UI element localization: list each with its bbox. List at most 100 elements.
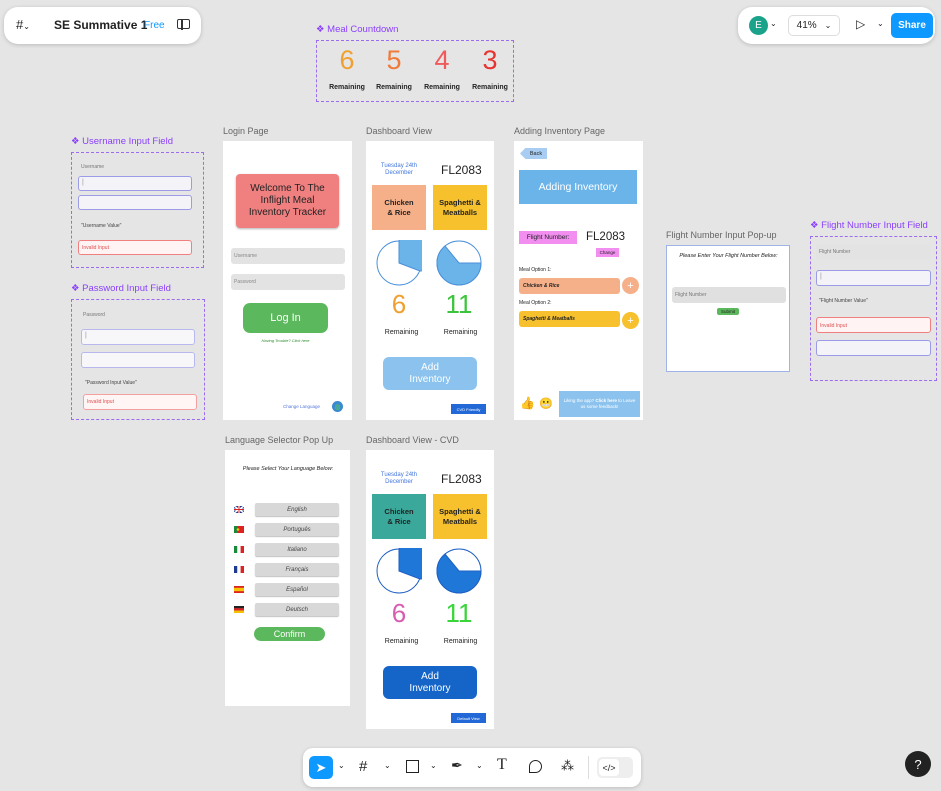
shape-tool-chevron-icon[interactable]: ⌄	[430, 761, 437, 770]
comment-tool-icon[interactable]	[529, 760, 542, 773]
flight-popup-frame-label: Flight Number Input Pop-up	[666, 230, 777, 240]
password-input-default[interactable]	[81, 352, 195, 368]
sidebar-toggle-icon[interactable]	[177, 19, 190, 30]
component-icon: ❖	[71, 136, 83, 147]
cvd-meal2-count: 11	[445, 597, 473, 628]
username-input-invalid[interactable]: Invalid Input	[78, 240, 192, 255]
dashboard-date: Tuesday 24th December	[380, 163, 418, 176]
dev-mode-toggle[interactable]: </>	[597, 757, 633, 778]
add-inventory-button[interactable]: Add Inventory	[383, 357, 477, 390]
countdown-number: 5	[386, 45, 402, 75]
frame-tool-chevron-icon[interactable]: ⌄	[384, 761, 391, 770]
dashboard-frame[interactable]: Tuesday 24th December FL2083 Chicken & R…	[366, 141, 494, 420]
share-button[interactable]: Share	[891, 13, 933, 38]
move-tool-icon[interactable]: ➤	[309, 756, 333, 779]
default-view-button[interactable]: Default View	[451, 713, 486, 723]
countdown-item: 5 Remaining	[372, 45, 416, 91]
password-placeholder: Password	[234, 279, 256, 285]
meal-option1-field[interactable]: Chicken & Rice	[519, 278, 620, 294]
flight-submit-button[interactable]: Submit	[717, 308, 739, 315]
zoom-control[interactable]: 41% ⌄	[788, 15, 840, 36]
language-option-italiano[interactable]: Italiano	[255, 543, 339, 556]
meal-option2-field[interactable]: Spaghetti & Meatballs	[519, 311, 620, 327]
dashboard-cvd-frame[interactable]: Tuesday 24th December FL2083 Chicken & R…	[366, 450, 494, 729]
add-meal1-button[interactable]: +	[622, 277, 639, 294]
meal1-card[interactable]: Chicken & Rice	[372, 185, 426, 230]
avatar-chevron-icon[interactable]: ⌄	[770, 19, 777, 28]
cvd-meal2-pie-chart	[436, 548, 482, 594]
login-button[interactable]: Log In	[243, 303, 328, 333]
thumbs-up-icon[interactable]: 👍	[520, 396, 535, 410]
login-page-frame[interactable]: Welcome To The Inflight Meal Inventory T…	[223, 141, 352, 420]
language-confirm-button[interactable]: Confirm	[254, 627, 325, 641]
component-icon: ❖	[316, 24, 328, 35]
figma-logo-icon[interactable]: #⌄	[16, 17, 30, 32]
back-button[interactable]: Back	[520, 148, 547, 159]
login-password-input[interactable]: Password	[231, 274, 345, 290]
username-input-focused[interactable]: |	[78, 176, 192, 191]
grimace-emoji-icon[interactable]: 😬	[539, 397, 553, 410]
language-option-deutsch[interactable]: Deutsch	[255, 603, 339, 616]
cvd-meal1-card[interactable]: Chicken & Rice	[372, 494, 426, 539]
flight-input-invalid[interactable]: Invalid Input	[816, 317, 931, 333]
language-selector-frame[interactable]: Please Select Your Language Below: Engli…	[225, 450, 350, 706]
language-option-francais[interactable]: Français	[255, 563, 339, 576]
feedback-link[interactable]: Click here	[595, 398, 617, 403]
meal1-remaining: Remaining	[384, 329, 419, 336]
flight-input-focused[interactable]: |	[816, 270, 931, 286]
password-input-focused[interactable]: |	[81, 329, 195, 345]
password-input-invalid[interactable]: Invalid Input	[83, 394, 197, 410]
pen-tool-icon[interactable]: ✒	[451, 757, 463, 774]
flight-component-label: ❖ Flight Number Input Field	[810, 220, 928, 231]
countdown-remaining: Remaining	[329, 84, 365, 91]
globe-icon[interactable]: ◍	[332, 401, 343, 412]
username-input-default[interactable]	[78, 195, 192, 210]
countdown-number: 3	[482, 45, 498, 75]
flight-input-default[interactable]: Flight Number	[816, 244, 931, 260]
language-option-espanol[interactable]: Español	[255, 583, 339, 596]
add-meal2-button[interactable]: +	[622, 312, 639, 329]
meal-countdown-component[interactable]: 6 Remaining 5 Remaining 4 Remaining 3 Re…	[316, 40, 514, 102]
username-component-label: ❖ Username Input Field	[71, 136, 173, 147]
shape-tool-icon[interactable]	[406, 760, 419, 773]
present-play-icon[interactable]: ▷	[856, 17, 865, 31]
language-option-english[interactable]: English	[255, 503, 339, 516]
file-name[interactable]: SE Summative 1	[54, 18, 147, 32]
frame-tool-icon[interactable]: #	[359, 758, 367, 775]
meal2-card[interactable]: Spaghetti & Meatballs	[433, 185, 487, 230]
present-chevron-icon[interactable]: ⌄	[877, 19, 884, 28]
pen-tool-chevron-icon[interactable]: ⌄	[476, 761, 483, 770]
adding-flight-number: FL2083	[586, 231, 626, 243]
flight-value-text: "Flight Number Value"	[819, 298, 868, 304]
change-flight-button[interactable]: Change	[596, 248, 619, 257]
username-placeholder: Username	[234, 253, 258, 259]
help-button[interactable]: ?	[905, 751, 931, 777]
flight-popup-input[interactable]: Flight Number	[672, 287, 786, 303]
cvd-add-inventory-button[interactable]: Add Inventory	[383, 666, 477, 699]
change-language-link[interactable]: Change Language	[283, 404, 320, 409]
actions-tool-icon[interactable]: ⁂	[561, 758, 574, 774]
meal1-pie-chart	[376, 240, 422, 286]
password-component-label: ❖ Password Input Field	[71, 283, 171, 294]
language-option-portugues[interactable]: Português	[255, 523, 339, 536]
language-prompt: Please Select Your Language Below:	[242, 466, 334, 472]
trouble-link[interactable]: Having Trouble? Click here	[243, 336, 328, 344]
flight-popup-frame[interactable]: Please Enter Your Flight Number Below: F…	[666, 245, 790, 372]
password-value-text: "Password Input Value"	[85, 380, 137, 386]
flight-input-alt[interactable]	[816, 340, 931, 356]
uk-flag-icon	[234, 506, 244, 513]
flight-popup-placeholder: Flight Number	[675, 292, 707, 298]
avatar[interactable]: E	[749, 16, 768, 35]
flight-input-component[interactable]: Flight Number | "Flight Number Value" In…	[810, 236, 937, 381]
countdown-item: 4 Remaining	[420, 45, 464, 91]
feedback-banner[interactable]: Liking the app? Click here to Leave us s…	[559, 391, 640, 417]
adding-inventory-frame[interactable]: Back Adding Inventory Flight Number: FL2…	[514, 141, 643, 420]
cvd-meal2-card[interactable]: Spaghetti & Meatballs	[433, 494, 487, 539]
username-input-component[interactable]: Username | "Username Value" Invalid Inpu…	[71, 152, 204, 268]
cvd-friendly-button[interactable]: CVD Friendly	[451, 404, 486, 414]
zoom-value: 41%	[796, 20, 817, 31]
text-tool-icon[interactable]: T	[497, 756, 507, 774]
move-tool-chevron-icon[interactable]: ⌄	[338, 761, 345, 770]
password-input-component[interactable]: Password | "Password Input Value" Invali…	[71, 299, 205, 420]
login-username-input[interactable]: Username	[231, 248, 345, 264]
